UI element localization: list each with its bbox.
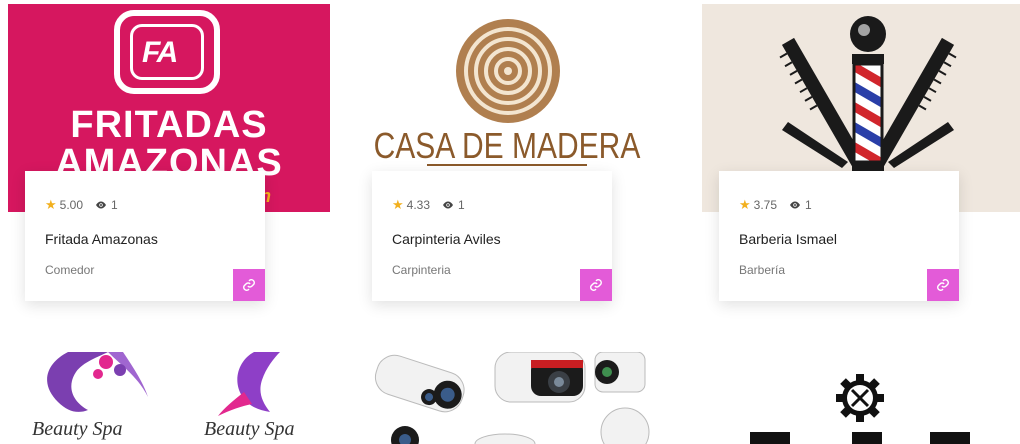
eye-icon [96, 201, 107, 209]
link-button[interactable] [580, 269, 612, 301]
listing-category[interactable]: Comedor [45, 263, 94, 277]
listing-title[interactable]: Carpinteria Aviles [392, 231, 501, 247]
gear-tools-icon [836, 374, 884, 422]
listing-title[interactable]: Fritada Amazonas [45, 231, 158, 247]
fritadas-logo-text-1: FRITADAS [70, 104, 268, 146]
rating-value: 3.75 [753, 198, 778, 212]
rating-row: ★ 3.75 1 [739, 197, 812, 213]
listing-category[interactable]: Barbería [739, 263, 785, 277]
listing-card-carpinteria[interactable]: ★ 4.33 1 Carpinteria Aviles Carpinteria [372, 171, 612, 301]
eye-icon [790, 201, 801, 209]
rating-row: ★ 5.00 1 [45, 197, 118, 213]
listing-image-tools[interactable] [702, 352, 1020, 444]
link-button[interactable] [233, 269, 265, 301]
views-count: 1 [458, 198, 465, 212]
beauty-spa-logo-left [47, 352, 148, 412]
eye-icon [443, 201, 454, 209]
link-icon [243, 279, 255, 291]
rating-value: 4.33 [406, 198, 431, 212]
views-count: 1 [111, 198, 118, 212]
listing-card-fritada[interactable]: ★ 5.00 1 Fritada Amazonas Comedor [25, 171, 265, 301]
wood-rings-logo [456, 19, 560, 123]
star-icon: ★ [392, 197, 404, 212]
views-count: 1 [805, 198, 812, 212]
star-icon: ★ [45, 197, 57, 212]
rating-value: 5.00 [59, 198, 84, 212]
listing-card-barberia[interactable]: ★ 3.75 1 Barberia Ismael Barbería [719, 171, 959, 301]
beauty-spa-text-right: Beauty Spa [204, 418, 295, 440]
link-button[interactable] [927, 269, 959, 301]
fritadas-logo-mark: FA [114, 10, 220, 94]
listing-image-cameras[interactable] [355, 352, 659, 444]
casa-madera-logo-text: CASA DE MADERA [373, 126, 641, 167]
beauty-spa-text-left: Beauty Spa [32, 418, 123, 440]
rating-row: ★ 4.33 1 [392, 197, 465, 213]
link-icon [590, 279, 602, 291]
star-icon: ★ [739, 197, 751, 212]
listing-category[interactable]: Carpinteria [392, 263, 451, 277]
listing-title[interactable]: Barberia Ismael [739, 231, 837, 247]
beauty-spa-logo-right [218, 352, 280, 416]
security-cameras-image [374, 352, 650, 444]
listing-image-beauty-spa[interactable]: Beauty Spa Beauty Spa [8, 352, 330, 444]
link-icon [937, 279, 949, 291]
